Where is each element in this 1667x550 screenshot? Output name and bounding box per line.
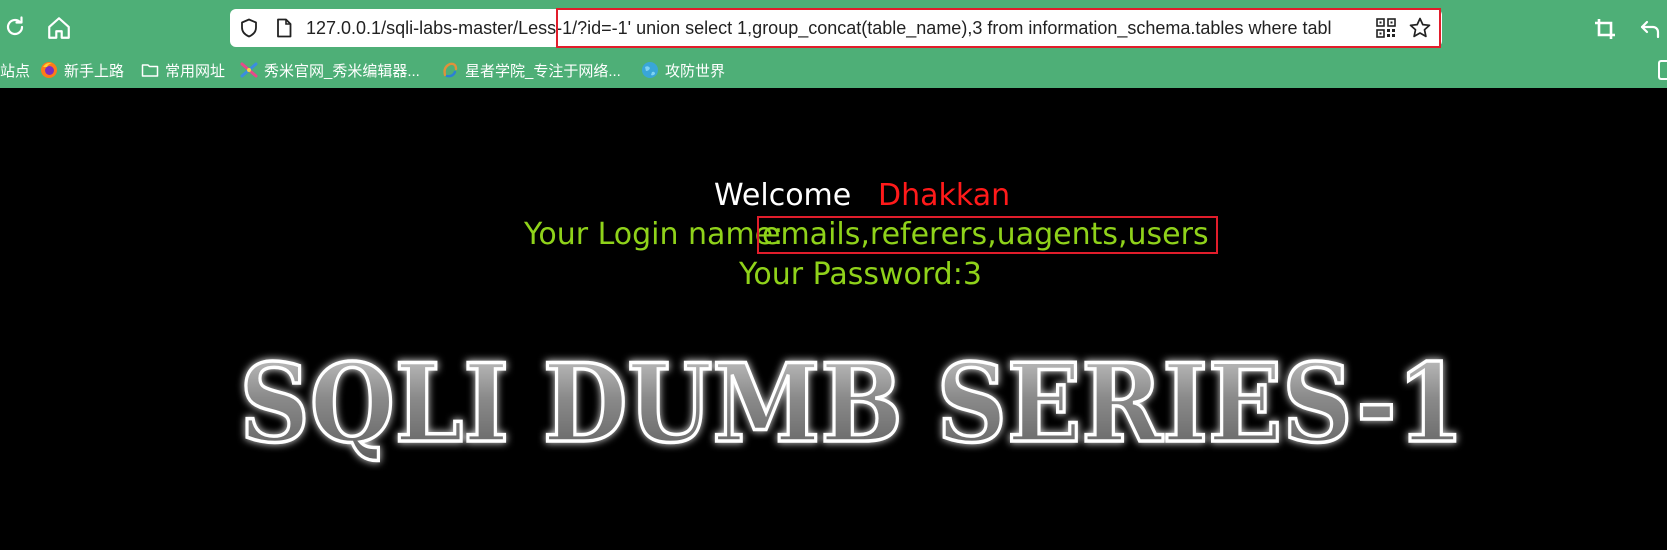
bookmark-label: 常用网址 (165, 62, 226, 80)
reload-icon[interactable] (2, 14, 28, 40)
bookmarks-bar: 站点 新手上路 常用网址 秀米官网_秀米编辑器... 星者学院_专注于网络... (0, 56, 1667, 84)
url-highlight-box (556, 8, 1441, 48)
sqli-dumb-series-banner: SQLI DUMB SERIES-1 (238, 343, 1467, 469)
result-highlight-box (757, 216, 1218, 254)
undo-back-icon[interactable] (1636, 16, 1664, 42)
bookmark-label: 攻防世界 (665, 62, 726, 80)
tracking-protection-shield-icon[interactable] (239, 18, 259, 38)
bookmark-adworld[interactable]: 攻防世界 (641, 58, 725, 82)
firefox-icon (40, 61, 58, 79)
globe-icon (641, 61, 659, 79)
home-icon[interactable] (44, 14, 74, 42)
sidebar-toggle-icon[interactable] (1658, 60, 1667, 80)
bookmark-common-sites[interactable]: 常用网址 (141, 58, 225, 82)
user-name: Dhakkan (878, 178, 1011, 213)
bookmark-label: 星者学院_专注于网络... (465, 62, 621, 80)
screenshot-crop-icon[interactable] (1592, 16, 1618, 42)
bookmark-xingzhe[interactable]: 星者学院_专注于网络... (441, 58, 621, 82)
page-content: Welcome Dhakkan Your Login name: emails,… (0, 88, 1667, 550)
bookmark-label: 新手上路 (64, 62, 125, 80)
welcome-text: Welcome (714, 178, 852, 213)
password-text: Your Password:3 (739, 257, 982, 292)
bookmark-xiumi[interactable]: 秀米官网_秀米编辑器... (240, 58, 420, 82)
banner-text: SQLI DUMB SERIES-1 (240, 343, 1465, 467)
browser-toolbar: 127.0.0.1/sqli-labs-master/Less-1/?id=-1… (0, 0, 1667, 88)
page-info-icon[interactable] (275, 18, 293, 38)
bookmark-getting-started[interactable]: 新手上路 (40, 58, 124, 82)
folder-icon (141, 61, 159, 79)
bookmark-label: 秀米官网_秀米编辑器... (264, 62, 420, 80)
xiumi-icon (240, 61, 258, 79)
bookmark-sites[interactable]: 站点 (0, 58, 30, 82)
xingzhe-icon (441, 61, 459, 79)
bookmark-label: 站点 (0, 62, 31, 80)
login-name-label: Your Login name: (524, 217, 784, 252)
